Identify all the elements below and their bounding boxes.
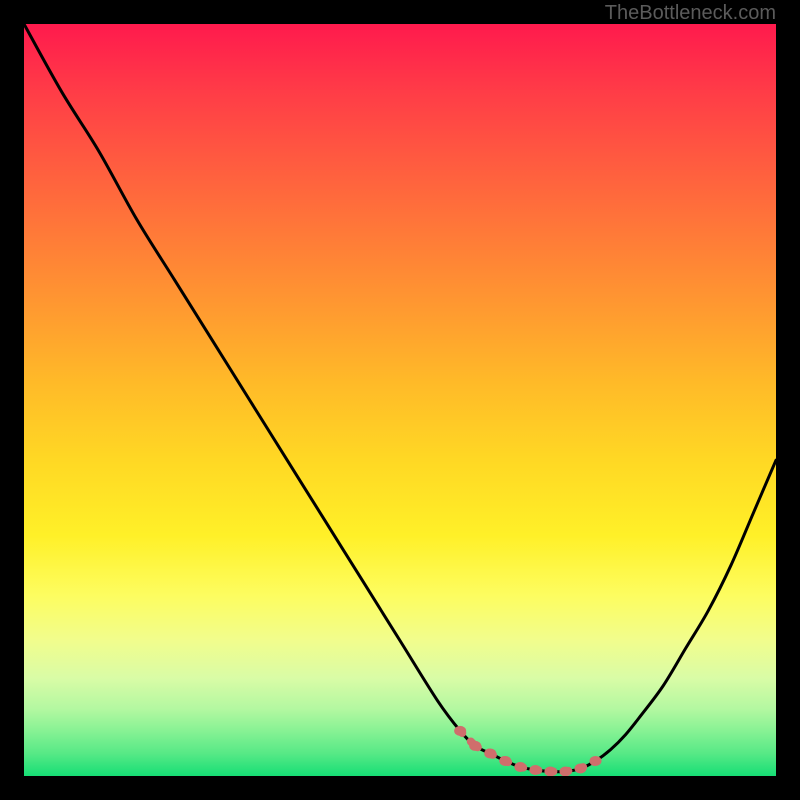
optimal-zone-dot xyxy=(454,726,466,736)
optimal-zone-dot xyxy=(484,748,496,758)
optimal-zone-dot xyxy=(590,756,602,766)
optimal-zone-dot xyxy=(514,762,526,772)
bottleneck-curve xyxy=(24,24,776,772)
optimal-zone-dot xyxy=(574,763,586,773)
optimal-zone-dot xyxy=(499,756,511,766)
chart-svg-layer xyxy=(24,24,776,776)
optimal-zone-dot xyxy=(529,765,541,775)
attribution-label: TheBottleneck.com xyxy=(605,2,776,25)
optimal-zone-dot xyxy=(469,741,481,751)
chart-frame: TheBottleneck.com xyxy=(0,0,800,800)
chart-plot-area xyxy=(24,24,776,776)
